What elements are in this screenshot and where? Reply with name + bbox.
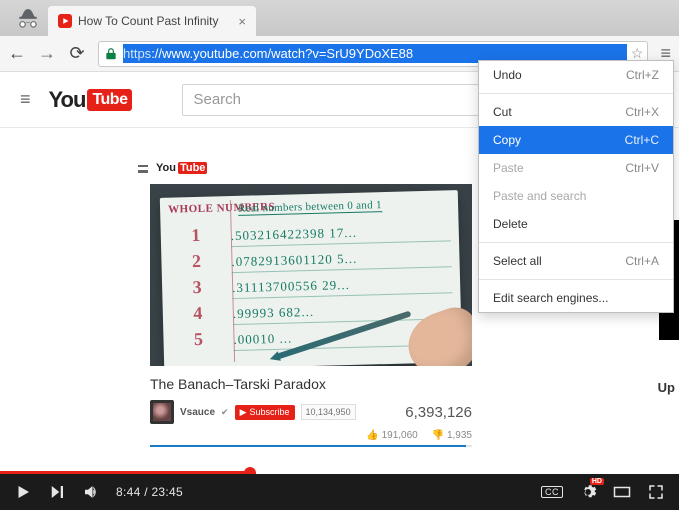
like-button[interactable]: 👍 191,060: [366, 430, 417, 441]
back-button[interactable]: ←: [8, 43, 26, 64]
incognito-icon: [8, 4, 48, 36]
video-thumbnail[interactable]: WHOLE NUMBERS Real numbers between 0 and…: [150, 184, 472, 366]
guide-menu-icon[interactable]: ≡: [20, 89, 31, 110]
subscriber-count: 10,134,950: [301, 404, 356, 420]
next-button[interactable]: [48, 483, 66, 501]
lock-icon: [103, 46, 119, 62]
fullscreen-button[interactable]: [647, 483, 665, 501]
like-ratio-bar: [150, 445, 472, 447]
search-placeholder: Search: [193, 91, 241, 108]
verified-icon: ✔: [221, 407, 229, 418]
view-count: 6,393,126: [405, 404, 472, 421]
time-display: 8:44 / 23:45: [116, 485, 183, 499]
ctx-paste-search[interactable]: Paste and search: [479, 182, 673, 210]
theater-mode-button[interactable]: [613, 483, 631, 501]
ctx-copy[interactable]: CopyCtrl+C: [479, 126, 673, 154]
mini-youtube-logo[interactable]: YouTube: [156, 162, 207, 174]
ctx-delete[interactable]: Delete: [479, 210, 673, 238]
youtube-favicon-icon: [58, 14, 72, 28]
play-button[interactable]: [14, 483, 32, 501]
channel-name[interactable]: Vsauce: [180, 407, 215, 418]
volume-button[interactable]: [82, 483, 100, 501]
ctx-undo[interactable]: UndoCtrl+Z: [479, 61, 673, 89]
ctx-paste[interactable]: PasteCtrl+V: [479, 154, 673, 182]
ctx-edit-engines[interactable]: Edit search engines...: [479, 284, 673, 312]
captions-button[interactable]: CC: [541, 486, 563, 498]
video-meta-row: Vsauce ✔ ▶ Subscribe 10,134,950 6,393,12…: [150, 400, 472, 424]
context-menu: UndoCtrl+Z CutCtrl+X CopyCtrl+C PasteCtr…: [478, 60, 674, 313]
ctx-cut[interactable]: CutCtrl+X: [479, 98, 673, 126]
hd-badge: HD: [590, 478, 604, 485]
browser-tab[interactable]: How To Count Past Infinity ×: [48, 6, 256, 36]
video-title[interactable]: The Banach–Tarski Paradox: [150, 376, 472, 392]
mini-guide-icon[interactable]: [138, 165, 148, 173]
subscribe-button[interactable]: ▶ Subscribe: [235, 405, 295, 420]
video-card: WHOLE NUMBERS Real numbers between 0 and…: [150, 184, 472, 447]
settings-button[interactable]: HD: [579, 483, 597, 501]
dislike-button[interactable]: 👎 1,935: [432, 430, 472, 441]
forward-button[interactable]: →: [38, 43, 56, 64]
likes-row: 👍 191,060 👎 1,935: [150, 430, 472, 441]
ctx-select-all[interactable]: Select allCtrl+A: [479, 247, 673, 275]
reload-button[interactable]: ⟳: [68, 43, 86, 64]
youtube-logo[interactable]: You Tube: [49, 87, 133, 113]
tab-close-icon[interactable]: ×: [238, 15, 246, 28]
tab-strip: How To Count Past Infinity ×: [0, 0, 679, 36]
channel-avatar[interactable]: [150, 400, 174, 424]
tab-title: How To Count Past Infinity: [78, 14, 232, 28]
up-next-label: Up: [658, 380, 675, 395]
thumb-header-right: Real numbers between 0 and 1: [238, 199, 382, 216]
player-controls: 8:44 / 23:45 CC HD: [0, 474, 679, 510]
